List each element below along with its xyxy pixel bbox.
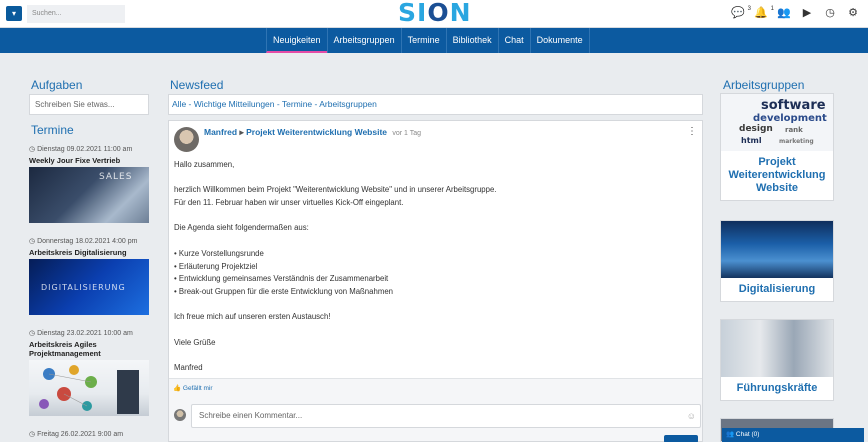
group-card[interactable]: Digitalisierung — [720, 220, 834, 302]
newsfeed-heading: Newsfeed — [170, 78, 224, 92]
group-card[interactable]: Führungskräfte — [720, 319, 834, 401]
post-line — [174, 172, 694, 185]
tab-neuigkeiten[interactable]: Neuigkeiten — [266, 28, 327, 53]
event-title[interactable]: Weekly Jour Fixe Vertrieb — [29, 156, 149, 165]
event-item[interactable]: ◷ Donnerstag 18.02.2021 4:00 pm Arbeitsk… — [29, 237, 149, 315]
post-line — [174, 235, 694, 248]
tab-chat[interactable]: Chat — [497, 28, 530, 53]
post-line — [174, 324, 694, 337]
event-title[interactable]: Arbeitskreis Agiles Projektmanagement — [29, 340, 149, 358]
newsfeed-filter[interactable]: Alle - Wichtige Mitteilungen - Termine -… — [168, 94, 703, 115]
post-line: • Erläuterung Projektziel — [174, 261, 258, 271]
tab-bibliothek[interactable]: Bibliothek — [445, 28, 498, 53]
event-item[interactable]: ◷ Dienstag 23.02.2021 10:00 am Arbeitskr… — [29, 329, 149, 416]
group-title[interactable]: Digitalisierung — [721, 278, 833, 301]
events-heading: Termine — [31, 123, 74, 137]
avatar[interactable] — [174, 127, 199, 152]
groups-icon[interactable]: 👥 — [777, 7, 791, 20]
group-card[interactable]: software development design html rank ma… — [720, 93, 834, 201]
logo[interactable]: SION — [398, 0, 472, 28]
post-line: herzlich Willkommen beim Projekt "Weiter… — [174, 185, 497, 195]
post-line: Ich freue mich auf unseren ersten Austau… — [174, 312, 331, 322]
task-input[interactable]: Schreiben Sie etwas... — [29, 94, 149, 115]
event-title[interactable]: Arbeitskreis Digitalisierung — [29, 248, 149, 257]
group-image[interactable] — [721, 320, 833, 377]
clock-icon[interactable]: ◷ — [823, 7, 837, 20]
agile-illustration — [39, 365, 139, 414]
group-image[interactable]: software development design html rank ma… — [721, 94, 833, 151]
post-author[interactable]: Manfred — [204, 127, 237, 137]
post-body: Hallo zusammen, herzlich Willkommen beim … — [174, 159, 694, 375]
top-icons: 💬 3 🔔 1 👥 ▶ ◷ ⚙ — [731, 6, 860, 20]
tab-termine[interactable]: Termine — [400, 28, 446, 53]
search-input[interactable]: Suchen... — [27, 5, 125, 23]
post-line: Für den 11. Februar haben wir unser virt… — [174, 198, 404, 208]
event-image[interactable]: SALES — [29, 167, 149, 223]
event-date: ◷ Dienstag 23.02.2021 10:00 am — [29, 330, 133, 337]
post-line: • Entwicklung gemeinsames Verständnis de… — [174, 274, 389, 284]
video-icon[interactable]: ▶ — [800, 7, 814, 20]
event-date: ◷ Dienstag 09.02.2021 11:00 am — [29, 146, 133, 153]
caret-right-icon: ▸ — [239, 127, 244, 137]
menu-icon[interactable]: ▾ — [6, 6, 22, 21]
event-image[interactable]: DIGITALISIERUNG — [29, 259, 149, 315]
groups-heading: Arbeitsgruppen — [723, 78, 805, 92]
group-title[interactable]: Projekt Weiterentwicklung Website — [721, 151, 833, 200]
post-line — [174, 210, 694, 223]
post-time: vor 1 Tag — [392, 130, 422, 137]
event-item[interactable]: ◷ Dienstag 09.02.2021 11:00 am Weekly Jo… — [29, 145, 149, 223]
notifications-icon[interactable]: 🔔 1 — [754, 6, 774, 20]
tasks-heading: Aufgaben — [31, 78, 83, 92]
main-nav: Neuigkeiten Arbeitsgruppen Termine Bibli… — [0, 28, 868, 53]
emoji-icon[interactable]: ☺ — [687, 405, 696, 427]
post-line: Manfred — [174, 363, 203, 373]
event-image[interactable] — [29, 360, 149, 416]
like-button[interactable]: 👍 Gefällt mir — [173, 384, 213, 392]
post-footer: 👍 Gefällt mir Schreibe einen Kommentar..… — [169, 378, 702, 442]
post-group-link[interactable]: Projekt Weiterentwicklung Website — [246, 127, 387, 137]
settings-icon[interactable]: ⚙ — [846, 7, 860, 20]
tab-dokumente[interactable]: Dokumente — [529, 28, 590, 53]
thumb-up-icon: 👍 — [173, 385, 182, 392]
messages-icon[interactable]: 💬 3 — [731, 6, 751, 20]
top-bar: ▾ Suchen... SION 💬 3 🔔 1 👥 ▶ ◷ ⚙ — [0, 0, 868, 28]
group-title[interactable]: Führungskräfte — [721, 377, 833, 400]
post-line: • Kurze Vorstellungsrunde — [174, 248, 264, 258]
post-line: Hallo zusammen, — [174, 160, 235, 169]
comment-input[interactable]: Schreibe einen Kommentar... ☺ — [191, 404, 701, 428]
send-button[interactable] — [664, 435, 698, 442]
event-date: ◷ Freitag 26.02.2021 9:00 am — [29, 431, 124, 438]
event-date: ◷ Donnerstag 18.02.2021 4:00 pm — [29, 238, 138, 245]
post-card: Manfred ▸ Projekt Weiterentwicklung Webs… — [168, 120, 703, 442]
avatar — [174, 409, 186, 421]
chat-button[interactable]: 👥 Chat (0) — [722, 428, 864, 442]
tab-arbeitsgruppen[interactable]: Arbeitsgruppen — [326, 28, 401, 53]
post-line: • Break-out Gruppen für die erste Entwic… — [174, 286, 393, 296]
post-line — [174, 299, 694, 312]
post-line — [174, 349, 694, 362]
post-line: Die Agenda sieht folgendermaßen aus: — [174, 223, 309, 233]
chat-icon: 👥 — [726, 431, 735, 438]
group-image[interactable] — [721, 221, 833, 278]
post-header: Manfred ▸ Projekt Weiterentwicklung Webs… — [204, 127, 421, 138]
more-options-icon[interactable]: ⋮ — [687, 126, 697, 137]
post-line: Viele Grüße — [174, 337, 216, 347]
